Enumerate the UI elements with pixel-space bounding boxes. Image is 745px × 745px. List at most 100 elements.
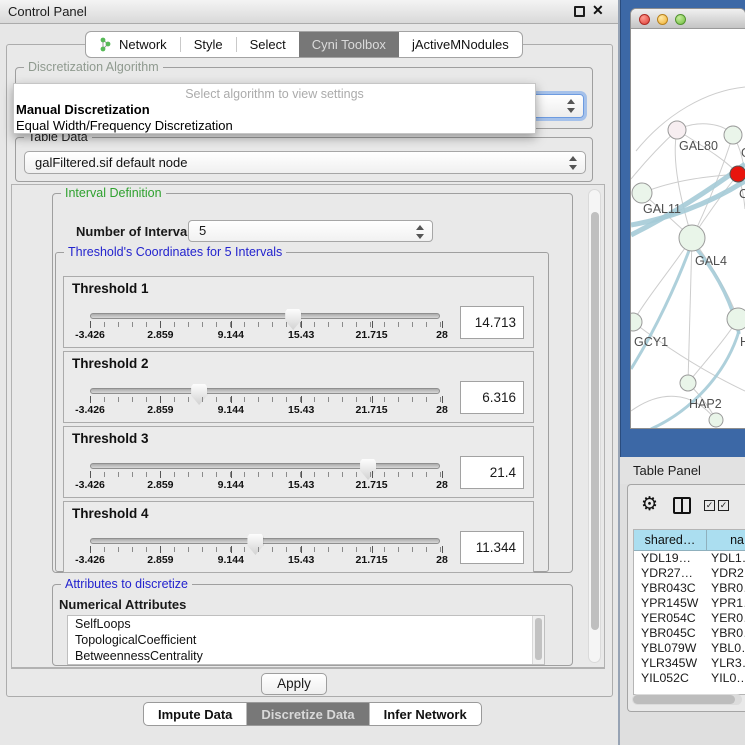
list-item[interactable]: TopologicalCoefficient — [68, 632, 544, 648]
threshold-4-value-field[interactable]: 11.344 — [460, 531, 524, 564]
threshold-1-slider[interactable]: -3.426 2.859 9.144 15.43 21.715 28 — [90, 305, 442, 347]
network-node[interactable] — [727, 308, 745, 330]
column-header-shared-name[interactable]: shared… — [634, 530, 707, 550]
network-node[interactable] — [632, 183, 652, 203]
algorithm-dropdown-popup: Select algorithm to view settings Manual… — [13, 83, 536, 134]
number-of-intervals-value: 5 — [199, 223, 206, 238]
numerical-attributes-label: Numerical Attributes — [59, 597, 186, 612]
combo-stepper-icon — [416, 225, 425, 239]
table-data-group: Table Data galFiltered.sif default node — [15, 137, 593, 182]
close-traffic-light-icon[interactable] — [639, 14, 650, 25]
top-tab-bar: Network Style Select Cyni Toolbox jActiv… — [85, 31, 523, 58]
table-row[interactable]: YDL19…YDL1… — [634, 551, 745, 566]
tab-jactivemnodules[interactable]: jActiveMNodules — [399, 32, 522, 57]
table-header-row: shared… na — [634, 530, 745, 551]
apply-row: Apply — [11, 668, 605, 698]
node-attribute-table[interactable]: shared… na YDL19…YDL1… YDR27…YDR2… YBR04… — [633, 529, 745, 695]
column-header-name[interactable]: na — [707, 530, 745, 550]
slider-track[interactable] — [90, 463, 440, 469]
network-node[interactable] — [680, 375, 696, 391]
network-node[interactable] — [724, 126, 742, 144]
number-of-intervals-select[interactable]: 5 — [188, 220, 433, 242]
network-node[interactable] — [668, 121, 686, 139]
table-row[interactable]: YLR345WYLR3… — [634, 656, 745, 671]
numerical-attributes-list[interactable]: SelfLoops TopologicalCoefficient Between… — [67, 615, 545, 665]
minimize-traffic-light-icon[interactable] — [657, 14, 668, 25]
threshold-1-value-field[interactable]: 14.713 — [460, 306, 524, 339]
float-window-icon[interactable] — [574, 6, 585, 17]
slider-ticks — [90, 397, 441, 402]
table-row[interactable]: YPR145WYPR1… — [634, 596, 745, 611]
threshold-3-value-field[interactable]: 21.4 — [460, 456, 524, 489]
threshold-2-row: Threshold 2 -3.426 2.859 9.144 15.43 21.… — [63, 351, 534, 423]
table-row[interactable]: YDR27…YDR2… — [634, 566, 745, 581]
columns-icon[interactable] — [673, 497, 691, 514]
network-node-label: GAL4 — [695, 254, 727, 268]
tab-impute-data[interactable]: Impute Data — [144, 703, 247, 725]
control-panel: Control Panel ✕ Network Style Select Cyn… — [0, 0, 620, 745]
network-node-label: GAL11 — [643, 202, 681, 216]
network-node[interactable] — [631, 313, 642, 331]
table-row[interactable]: YIL052CYIL0… — [634, 671, 745, 686]
table-row[interactable]: YBR045CYBR0… — [634, 626, 745, 641]
settings-vertical-scrollbar[interactable] — [588, 189, 601, 663]
network-node[interactable] — [709, 413, 723, 427]
slider-ticks — [90, 322, 441, 327]
table-data-select[interactable]: galFiltered.sif default node — [24, 151, 586, 174]
threshold-3-slider[interactable]: -3.426 2.859 9.144 15.43 21.715 28 — [90, 455, 442, 497]
threshold-2-value-field[interactable]: 6.316 — [460, 381, 524, 414]
network-node[interactable] — [679, 225, 705, 251]
attributes-title: Attributes to discretize — [61, 577, 192, 591]
combo-stepper-icon — [569, 156, 578, 170]
tab-discretize-data[interactable]: Discretize Data — [247, 703, 369, 725]
table-row[interactable]: YBR043CYBR0… — [634, 581, 745, 596]
table-panel-title: Table Panel — [633, 463, 701, 478]
threshold-4-slider[interactable]: -3.426 2.859 9.144 15.43 21.715 28 — [90, 530, 442, 572]
scrollbar-thumb[interactable] — [591, 212, 599, 630]
table-row[interactable]: YBL079WYBL0… — [634, 641, 745, 656]
tab-select[interactable]: Select — [237, 32, 299, 57]
zoom-traffic-light-icon[interactable] — [675, 14, 686, 25]
apply-button[interactable]: Apply — [261, 673, 327, 695]
table-panel-titlebar: Table Panel — [620, 457, 745, 484]
network-icon — [99, 37, 113, 52]
cyni-content-panel: Discretization Algorithm Select algorith… — [6, 44, 613, 697]
table-horizontal-scrollbar[interactable] — [632, 694, 742, 705]
list-item[interactable]: SelfLoops — [68, 616, 544, 632]
table-row[interactable]: YER054CYER0… — [634, 611, 745, 626]
gear-icon[interactable]: ⚙ — [641, 494, 658, 514]
tab-network-label: Network — [119, 37, 167, 52]
algorithm-settings-panel: Interval Definition Number of Intervals … — [11, 184, 605, 668]
desktop-background: GAL80GACGAL11GAL4GCY1HHAP2 — [620, 0, 745, 457]
scrollbar-thumb[interactable] — [535, 618, 542, 660]
algorithm-option-equal-width[interactable]: Equal Width/Frequency Discretization — [14, 117, 535, 133]
checkbox-icon[interactable]: ✓ — [704, 500, 715, 511]
close-icon[interactable]: ✕ — [592, 2, 604, 19]
slider-track[interactable] — [90, 538, 440, 544]
list-item[interactable]: BetweennessCentrality — [68, 648, 544, 664]
tab-infer-network[interactable]: Infer Network — [370, 703, 481, 725]
network-nodes[interactable]: GAL80GACGAL11GAL4GCY1HHAP2 — [631, 121, 745, 427]
list-vertical-scrollbar[interactable] — [532, 616, 544, 664]
slider-track[interactable] — [90, 388, 440, 394]
right-side-area: GAL80GACGAL11GAL4GCY1HHAP2 Table Panel ⚙… — [620, 0, 745, 745]
threshold-2-slider[interactable]: -3.426 2.859 9.144 15.43 21.715 28 — [90, 380, 442, 422]
network-window-titlebar[interactable] — [631, 9, 745, 29]
network-view-window[interactable]: GAL80GACGAL11GAL4GCY1HHAP2 — [630, 8, 745, 429]
tab-network[interactable]: Network — [86, 32, 180, 57]
scrollbar-thumb[interactable] — [633, 695, 735, 704]
slider-ticks — [90, 547, 441, 552]
algorithm-option-manual[interactable]: Manual Discretization — [14, 101, 535, 117]
tab-cyni-toolbox[interactable]: Cyni Toolbox — [299, 32, 399, 57]
interval-definition-group: Interval Definition Number of Intervals … — [52, 193, 573, 573]
algorithm-placeholder-option[interactable]: Select algorithm to view settings — [14, 87, 535, 101]
control-panel-titlebar: Control Panel ✕ — [0, 0, 618, 24]
checkbox-icon[interactable]: ✓ — [718, 500, 729, 511]
network-canvas[interactable]: GAL80GACGAL11GAL4GCY1HHAP2 — [631, 29, 745, 429]
slider-track[interactable] — [90, 313, 440, 319]
threshold-4-row: Threshold 4 -3.426 2.859 9.144 15.43 21.… — [63, 501, 534, 573]
table-toolbar: ⚙ ✓ ✓ — [628, 485, 745, 527]
network-node[interactable] — [730, 166, 745, 182]
network-node-label: H — [740, 335, 745, 349]
tab-style[interactable]: Style — [181, 32, 236, 57]
